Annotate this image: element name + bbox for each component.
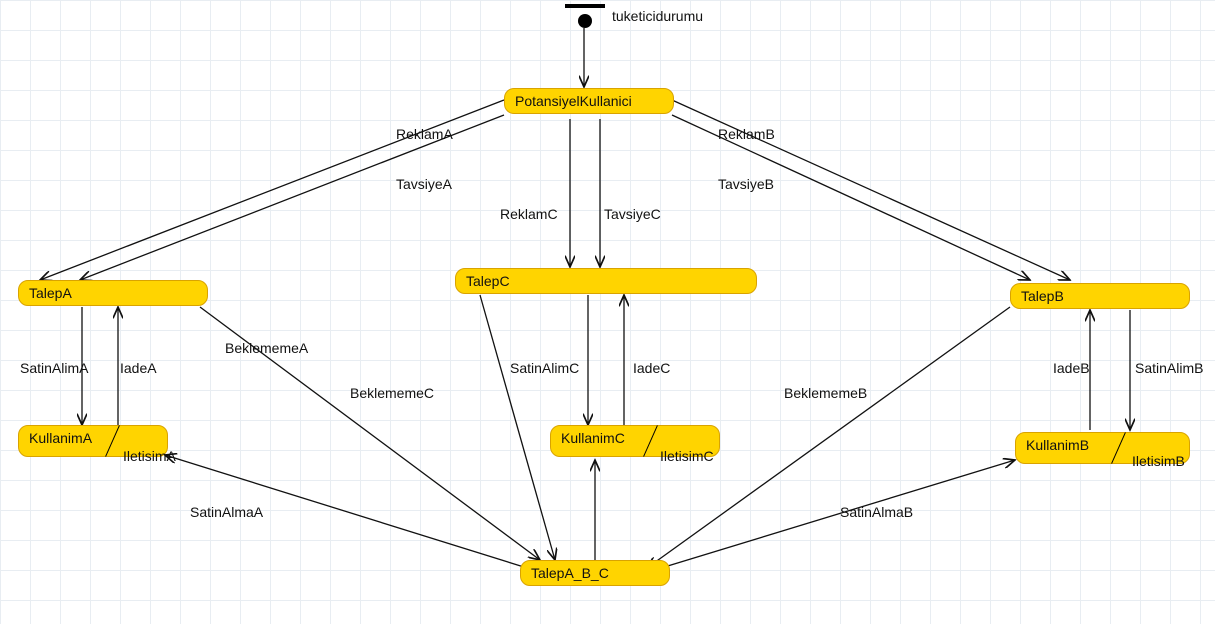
edge-label-beklememe-c: BeklememeC <box>350 385 434 401</box>
node-label: TalepA <box>29 285 72 301</box>
node-label: TalepB <box>1021 288 1064 304</box>
node-label: KullanimC <box>561 430 625 446</box>
edge-label-beklememe-a: BeklememeA <box>225 340 308 356</box>
edge-label-iade-c: IadeC <box>633 360 670 376</box>
edge-label-satinalim-c: SatinAlimC <box>510 360 579 376</box>
node-label: KullanimB <box>1026 437 1089 453</box>
edge-label-tavsiye-a: TavsiyeA <box>396 176 452 192</box>
node-talep-a[interactable]: TalepA <box>18 280 208 306</box>
edge-label-beklememe-b: BeklememeB <box>784 385 867 401</box>
node-talep-b[interactable]: TalepB <box>1010 283 1190 309</box>
edge-label-reklam-b: ReklamB <box>718 126 775 142</box>
node-label: TalepC <box>466 273 510 289</box>
edge-label-tavsiye-b: TavsiyeB <box>718 176 774 192</box>
node-talep-abc[interactable]: TalepA_B_C <box>520 560 670 586</box>
edge-label-satinalim-a: SatinAlimA <box>20 360 88 376</box>
edge-label-satinalma-b: SatinAlmaB <box>840 504 913 520</box>
node-label: KullanimA <box>29 430 92 446</box>
node-label: TalepA_B_C <box>531 565 609 581</box>
edge-label-reklam-a: ReklamA <box>396 126 453 142</box>
initial-state <box>565 4 605 34</box>
edge-label-iletisim-c: IletisimC <box>660 448 714 464</box>
edge-label-reklam-c: ReklamC <box>500 206 558 222</box>
node-potansiyel-kullanici[interactable]: PotansiyelKullanici <box>504 88 674 114</box>
edge-label-tavsiye-c: TavsiyeC <box>604 206 661 222</box>
node-talep-c[interactable]: TalepC <box>455 268 757 294</box>
edge-label-iade-a: IadeA <box>120 360 157 376</box>
edge-label-iletisim-a: IletisimA <box>123 448 176 464</box>
edge-label-iade-b: IadeB <box>1053 360 1090 376</box>
initial-state-label: tuketicidurumu <box>612 8 703 24</box>
edge-label-satinalma-a: SatinAlmaA <box>190 504 263 520</box>
node-label: PotansiyelKullanici <box>515 93 632 109</box>
edge-label-iletisim-b: IletisimB <box>1132 453 1185 469</box>
edge-label-satinalim-b: SatinAlimB <box>1135 360 1203 376</box>
